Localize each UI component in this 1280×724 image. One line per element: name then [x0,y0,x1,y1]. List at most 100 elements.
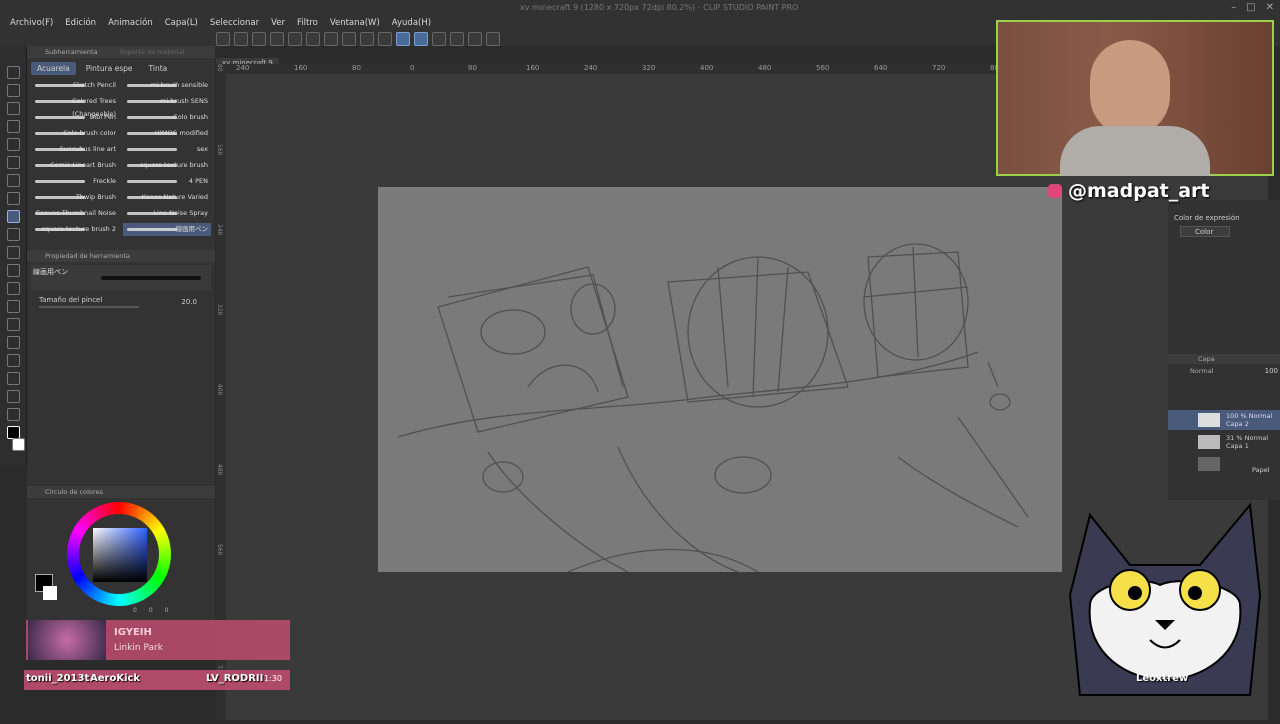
menu-ventana[interactable]: Ventana(W) [324,16,386,32]
airbrush-tool-icon[interactable] [7,228,20,241]
toolprop-title: Propiedad de herramienta [45,252,130,260]
deselect-icon[interactable] [360,32,374,46]
snap-grid-icon[interactable] [432,32,446,46]
menu-ver[interactable]: Ver [265,16,291,32]
brush-item[interactable]: Colo brush [123,111,211,124]
menu-ayuda[interactable]: Ayuda(H) [386,16,437,32]
sketch-drawing [397,243,1029,572]
window-controls: – □ ✕ [1231,2,1274,13]
brush-item[interactable]: Kanes Nature Varied [123,191,211,204]
tab-tinta[interactable]: Tinta [143,62,174,75]
brush-item[interactable]: Line Noise Spray [123,207,211,220]
menu-seleccionar[interactable]: Seleccionar [204,16,265,32]
brush-item[interactable]: Thwip Brush [31,191,119,204]
open-icon[interactable] [234,32,248,46]
layer-row-selected[interactable]: 100 % Normal Capa 2 [1168,410,1280,430]
blend-mode-select[interactable]: Normal [1190,367,1214,375]
layer-name: Capa 2 [1226,420,1249,428]
eraser-tool-icon[interactable] [7,264,20,277]
subtool-panel: Subherramienta Soporte de material Acuar… [27,46,215,486]
brush-item[interactable]: square texture brush 2 [31,223,119,236]
close-button[interactable]: ✕ [1266,2,1274,13]
operation-tool-icon[interactable] [7,84,20,97]
instagram-icon [1048,184,1062,198]
balloon-tool-icon[interactable] [7,408,20,421]
crop-icon[interactable] [378,32,392,46]
hue-ring[interactable] [67,502,171,606]
brush-item[interactable]: sex [123,143,211,156]
save-icon[interactable] [252,32,266,46]
brush-item[interactable]: HIMOG modified [123,127,211,140]
brush-size-value[interactable]: 20.0 [181,298,197,306]
chat-user: LV_RODRII [206,673,264,684]
vruler-ticks: 80 160 240 320 400 480 560 640 720 [216,64,223,677]
zoom-tool-icon[interactable] [7,66,20,79]
figure-tool-icon[interactable] [7,336,20,349]
brush-item[interactable]: Succubus line art [31,143,119,156]
canvas-paper[interactable] [378,187,1062,572]
brush-item[interactable]: Comic Lineart Brush [31,159,119,172]
snap-special-ruler-icon[interactable] [414,32,428,46]
layer-row[interactable]: 31 % Normal Capa 1 [1168,432,1280,452]
menu-filtro[interactable]: Filtro [291,16,324,32]
auto-select-tool-icon[interactable] [7,138,20,151]
brush-item[interactable]: Canvas Thumbnail Noise [31,207,119,220]
expression-color-select[interactable]: Color [1180,226,1230,237]
brush-item[interactable]: Colo brush color [31,127,119,140]
menu-capa[interactable]: Capa(L) [159,16,204,32]
brush-item-selected[interactable]: 線画用ペン [123,223,211,236]
layer-opacity-value[interactable]: 100 [1265,367,1278,375]
move-tool-icon[interactable] [7,102,20,115]
brush-preview: 線画用ペン [31,265,211,291]
brush-item[interactable]: mi brush SENS [123,95,211,108]
transform-icon[interactable] [342,32,356,46]
pencil-tool-icon[interactable] [7,192,20,205]
tab-acuarela[interactable]: Acuarela [31,62,76,75]
ruler-tool-icon[interactable] [7,372,20,385]
minimize-button[interactable]: – [1231,2,1236,13]
tab-pintura[interactable]: Pintura espe [80,62,139,75]
sub-color-swatch[interactable] [43,586,57,600]
gradient-tool-icon[interactable] [7,318,20,331]
brush-tool-icon[interactable] [7,210,20,223]
fill-icon[interactable] [324,32,338,46]
selection-tool-icon[interactable] [7,120,20,133]
text-tool-icon[interactable] [7,390,20,403]
rotate-icon[interactable] [468,32,482,46]
webcam-overlay [996,20,1274,176]
clear-icon[interactable] [306,32,320,46]
sub-color-swatch[interactable] [12,438,25,451]
settings-icon[interactable] [486,32,500,46]
brush-item[interactable]: Sketch Pencil [31,79,119,92]
decoration-tool-icon[interactable] [7,246,20,259]
frame-tool-icon[interactable] [7,354,20,367]
menu-edicion[interactable]: Edición [59,16,102,32]
eyedropper-tool-icon[interactable] [7,156,20,169]
brush-item[interactable]: square texture brush [123,159,211,172]
b-value: 0 [164,607,169,614]
color-wheel-title: Círculo de colores [45,488,103,496]
pen-tool-icon[interactable] [7,174,20,187]
maximize-button[interactable]: □ [1246,2,1255,13]
saturation-square[interactable] [93,528,147,582]
right-panel: Color de expresión Color Capa Normal 100… [1168,200,1280,500]
new-icon[interactable] [216,32,230,46]
brush-item[interactable]: Colored Trees (Changeable) [31,95,119,118]
menu-animacion[interactable]: Animación [102,16,159,32]
document-tab[interactable]: xv minecraft 9 [216,50,279,68]
streamer-face [1090,40,1170,136]
color-wheel-header: Círculo de colores [27,486,215,498]
brush-item[interactable]: mi brush sensible [123,79,211,92]
redo-icon[interactable] [288,32,302,46]
snap-ruler-icon[interactable] [396,32,410,46]
undo-icon[interactable] [270,32,284,46]
flip-horizontal-icon[interactable] [450,32,464,46]
menu-archivo[interactable]: Archivo(F) [4,16,59,32]
brush-item[interactable]: 4 PEN [123,175,211,188]
blend-tool-icon[interactable] [7,282,20,295]
material-title: Soporte de material [119,48,185,56]
layer-row-paper[interactable]: Papel [1168,454,1280,474]
brush-item[interactable]: Freckle [31,175,119,188]
layer-panel-header: Capa [1168,354,1280,364]
fill-tool-icon[interactable] [7,300,20,313]
